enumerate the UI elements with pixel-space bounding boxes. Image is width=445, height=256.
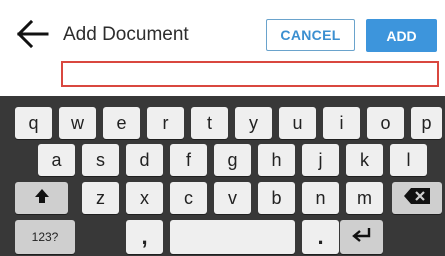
enter-key[interactable] xyxy=(340,220,383,254)
enter-return-icon xyxy=(351,227,373,248)
key-w[interactable]: w xyxy=(59,107,96,139)
backspace-key[interactable] xyxy=(392,182,442,214)
back-arrow-icon[interactable] xyxy=(15,19,49,49)
key-g[interactable]: g xyxy=(214,144,251,176)
shift-key[interactable] xyxy=(15,182,68,214)
numbers-symbols-key[interactable]: 123? xyxy=(15,220,75,254)
key-s[interactable]: s xyxy=(82,144,119,176)
key-d[interactable]: d xyxy=(126,144,163,176)
key-t[interactable]: t xyxy=(191,107,228,139)
key-l[interactable]: l xyxy=(390,144,427,176)
key-z[interactable]: z xyxy=(82,182,119,214)
key-r[interactable]: r xyxy=(147,107,184,139)
space-key[interactable] xyxy=(170,220,295,254)
key-c[interactable]: c xyxy=(170,182,207,214)
key-e[interactable]: e xyxy=(103,107,140,139)
key-v[interactable]: v xyxy=(214,182,251,214)
key-m[interactable]: m xyxy=(346,182,383,214)
key-p[interactable]: p xyxy=(411,107,442,139)
key-q[interactable]: q xyxy=(15,107,52,139)
key-comma[interactable]: , xyxy=(126,220,163,254)
key-y[interactable]: y xyxy=(235,107,272,139)
key-period[interactable]: . xyxy=(302,220,339,254)
backspace-icon xyxy=(404,187,430,209)
key-k[interactable]: k xyxy=(346,144,383,176)
key-u[interactable]: u xyxy=(279,107,316,139)
key-h[interactable]: h xyxy=(258,144,295,176)
app-header: Add Document CANCEL ADD xyxy=(0,0,445,96)
key-a[interactable]: a xyxy=(38,144,75,176)
key-j[interactable]: j xyxy=(302,144,339,176)
cancel-button[interactable]: CANCEL xyxy=(266,19,355,51)
page-title: Add Document xyxy=(63,24,189,45)
key-x[interactable]: x xyxy=(126,182,163,214)
key-n[interactable]: n xyxy=(302,182,339,214)
key-o[interactable]: o xyxy=(367,107,404,139)
shift-arrow-icon xyxy=(34,188,50,209)
key-f[interactable]: f xyxy=(170,144,207,176)
key-i[interactable]: i xyxy=(323,107,360,139)
add-button[interactable]: ADD xyxy=(366,19,437,52)
document-name-input[interactable] xyxy=(61,61,439,87)
key-b[interactable]: b xyxy=(258,182,295,214)
onscreen-keyboard: q w e r t y u i o p a s d f g h j k l z … xyxy=(0,96,445,256)
